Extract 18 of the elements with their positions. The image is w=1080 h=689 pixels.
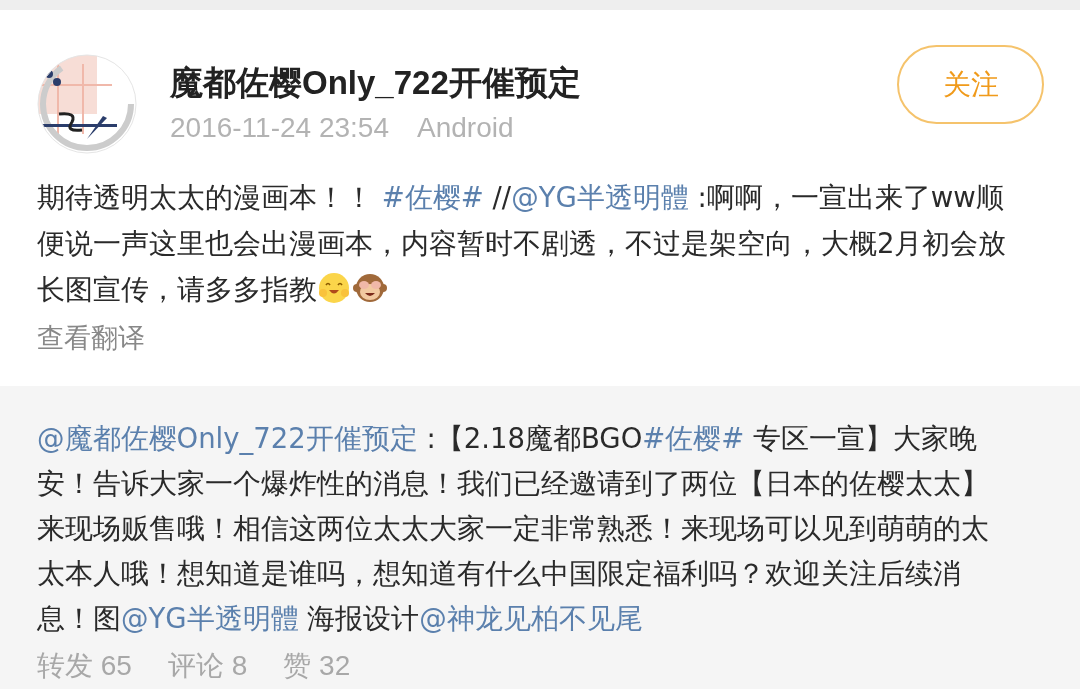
topic-link[interactable]: #佐樱# — [381, 181, 484, 213]
smiley-emoji-icon — [317, 271, 351, 305]
mention-link[interactable]: @YG半透明體 — [121, 602, 299, 634]
topic-link[interactable]: #佐樱# — [642, 422, 745, 454]
post-time: 2016-11-24 23:54 — [170, 112, 389, 144]
post-source: Android — [417, 112, 514, 144]
post-text: 期待透明太太的漫画本！！ #佐樱# //@YG半透明體 :啊啊，一宣出来了ww顺便说一声这里也会出漫画本，内容暂时不剧透，不过是架空向，大概2月初会放长图宣传，请多多指教 — [37, 180, 1008, 307]
post-stat[interactable]: 赞 32 — [283, 647, 351, 685]
monkey-emoji-icon — [353, 271, 387, 305]
mention-link[interactable]: @YG半透明體 — [511, 181, 689, 213]
follow-button[interactable]: 关注 — [897, 45, 1044, 124]
mention-link[interactable]: @神龙见柏不见尾 — [419, 602, 643, 634]
post-stat[interactable]: 转发 65 — [37, 647, 132, 685]
author-name[interactable]: 魔都佐樱Only_722开催预定 — [170, 62, 897, 104]
translate-link[interactable]: 查看翻译 — [37, 320, 145, 356]
post-stat[interactable]: 评论 8 — [167, 647, 248, 685]
mention-link[interactable]: @魔都佐樱Only_722开催预定 — [37, 422, 418, 454]
repost-text: @魔都佐樱Only_722开催预定 :【2.18魔都BGO#佐樱# 专区一宣】大家晚安！告诉大家一个爆炸性的消息！我们已经邀请到了两位【日本的佐樱太太】来现场贩售哦！相信这两位太太大家一定非常熟悉！来现场可以见到萌萌的太太本人哦！想知道是谁吗，想知道有什么中国限定福利吗？欢迎关注后续消息！图@YG半透明體 海报设计@神龙见柏不见尾 — [37, 421, 990, 636]
